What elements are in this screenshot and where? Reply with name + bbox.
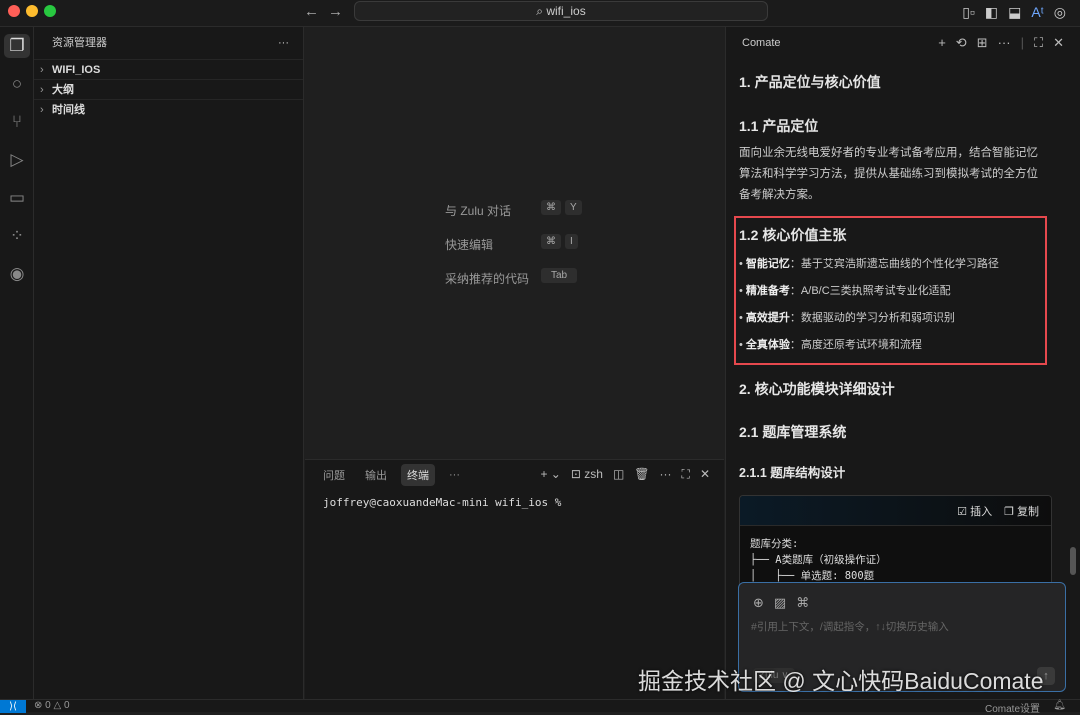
files-icon[interactable]: ❐ (0, 27, 34, 65)
run-debug-icon[interactable]: ▷ (0, 141, 34, 179)
sidebar-title: 资源管理器 (52, 37, 107, 49)
more-tabs-button[interactable]: ··· (443, 466, 466, 484)
ai-icon[interactable]: Aᵗ (1031, 4, 1043, 21)
shortcut-key: Tab (541, 268, 578, 283)
scrollbar[interactable] (1070, 547, 1076, 575)
divider: | (1020, 35, 1024, 50)
heading-2-1: 2.1 题库管理系统 (739, 424, 847, 440)
comate-chat-panel: Comate + ⟲ ⊞ ··· | ⛶ ✕ 1. 产品定位与核心价值 1.1 … (725, 27, 1080, 699)
hint-quick-edit: 快速编辑 (445, 238, 494, 252)
watermark: 掘金技术社区 @ 文心快码BaiduComate (638, 668, 1044, 694)
close-window-button[interactable] (8, 5, 20, 17)
more-icon[interactable]: ··· (998, 27, 1011, 59)
bell-icon[interactable]: 🔔︎ (1053, 700, 1066, 711)
problems-status[interactable]: ⊗ 0 △ 0 (34, 700, 70, 711)
hint-chat: 与 Zulu 对话 (445, 204, 512, 218)
explorer-sidebar: 资源管理器 ··· › WIFI_IOS › 大纲 › 时间线 (34, 27, 304, 699)
heading-2-1-1: 2.1.1 题库结构设计 (739, 466, 846, 480)
highlight-box (734, 216, 1047, 365)
hint-accept-code: 采纳推荐的代码 (445, 272, 530, 286)
comate-settings[interactable]: Comate设置 (985, 700, 1040, 715)
remote-icon[interactable]: ⟩⟨ (0, 700, 26, 713)
terminal-shell[interactable]: ⊡ zsh (571, 467, 603, 482)
search-icon[interactable]: ○ (0, 65, 34, 103)
image-icon[interactable]: ▨ (774, 595, 786, 611)
shortcut-key: Y (565, 200, 582, 215)
minimize-window-button[interactable] (26, 5, 38, 17)
shell-name: zsh (584, 467, 603, 481)
chevron-right-icon: › (40, 64, 44, 76)
more-icon[interactable]: ··· (660, 467, 672, 482)
command-center-search[interactable]: ⌕ wifi_ios (354, 1, 768, 21)
trash-icon[interactable]: 🗑︎ (634, 467, 649, 482)
search-text: wifi_ios (546, 4, 586, 18)
account-icon[interactable]: ◎ (1054, 4, 1066, 21)
sidebar-item-timeline[interactable]: › 时间线 (34, 99, 303, 119)
chevron-right-icon: › (40, 104, 44, 116)
heading-2: 2. 核心功能模块详细设计 (739, 381, 895, 397)
editor-area: 与 Zulu 对话 ⌘ Y 快速编辑 ⌘ I 采纳推荐的代码 Tab (305, 27, 724, 459)
shortcut-key: I (565, 234, 578, 249)
split-terminal-icon[interactable]: ◫ (613, 467, 624, 482)
sidebar-item-outline[interactable]: › 大纲 (34, 79, 303, 99)
new-chat-icon[interactable]: + (938, 27, 946, 59)
close-panel-icon[interactable]: ✕ (700, 467, 710, 482)
heading-1-1: 1.1 产品定位 (739, 118, 819, 134)
maximize-icon[interactable]: ⛶ (1034, 27, 1043, 59)
toggle-sidebar-icon[interactable]: ◧ (985, 4, 998, 21)
close-icon[interactable]: ✕ (1053, 27, 1064, 59)
new-terminal-icon[interactable]: + ⌄ (540, 467, 560, 482)
source-control-icon[interactable]: ⑂ (0, 103, 34, 141)
maximize-window-button[interactable] (44, 5, 56, 17)
terminal-icon: ⊡ (570, 467, 585, 481)
figma-icon[interactable]: ⌘ (796, 595, 809, 611)
title-bar: ← → ⌕ wifi_ios ▯▫ ◧ ⬓ Aᵗ ◎ (0, 0, 1080, 27)
terminal-prompt[interactable]: joffrey@caoxuandeMac-mini wifi_ios % (305, 490, 724, 515)
extensions-icon[interactable]: ⊞ (977, 27, 988, 59)
extensions-icon[interactable]: ⁘ (0, 217, 34, 255)
toggle-panel-icon[interactable]: ⬓ (1008, 4, 1021, 21)
insert-button[interactable]: ☑ 插入 (957, 503, 992, 519)
more-actions-button[interactable]: ··· (278, 27, 289, 59)
tab-problems[interactable]: 问题 (317, 464, 351, 486)
chat-title: Comate (742, 37, 781, 49)
heading-1: 1. 产品定位与核心价值 (739, 74, 881, 90)
activity-bar: ❐ ○ ⑂ ▷ ▭ ⁘ ◉ (0, 27, 34, 699)
customize-layout-icon[interactable]: ▯▫ (962, 4, 975, 21)
back-button[interactable]: ← (304, 3, 319, 20)
add-context-icon[interactable]: ⊕ (753, 595, 764, 611)
tab-output[interactable]: 输出 (359, 464, 393, 486)
sidebar-item-label: WIFI_IOS (52, 64, 101, 76)
copy-button[interactable]: ❐ 复制 (1004, 503, 1039, 519)
status-bar: ⟩⟨ ⊗ 0 △ 0 Comate设置 🔔︎ (0, 699, 1080, 715)
maximize-panel-icon[interactable]: ⛶ (682, 467, 690, 482)
shortcut-key: ⌘ (541, 200, 561, 215)
paragraph-positioning: 面向业余无线电爱好者的专业考试备考应用，结合智能记忆算法和科学学习方法，提供从基… (739, 147, 1038, 201)
forward-button[interactable]: → (328, 3, 343, 20)
sidebar-item-label: 时间线 (52, 104, 85, 116)
shortcut-key: ⌘ (541, 234, 561, 249)
sidebar-item-label: 大纲 (52, 84, 74, 96)
history-icon[interactable]: ⟲ (956, 27, 967, 59)
browser-icon[interactable]: ◉ (0, 255, 34, 293)
tab-terminal[interactable]: 终端 (401, 464, 435, 486)
chevron-right-icon: › (40, 84, 44, 96)
search-icon: ⌕ (536, 4, 547, 18)
chat-input-placeholder: #引用上下文，/调起指令，↑↓切换历史输入 (751, 621, 949, 633)
remote-explorer-icon[interactable]: ▭ (0, 179, 34, 217)
sidebar-item-wifi-ios[interactable]: › WIFI_IOS (34, 59, 303, 79)
